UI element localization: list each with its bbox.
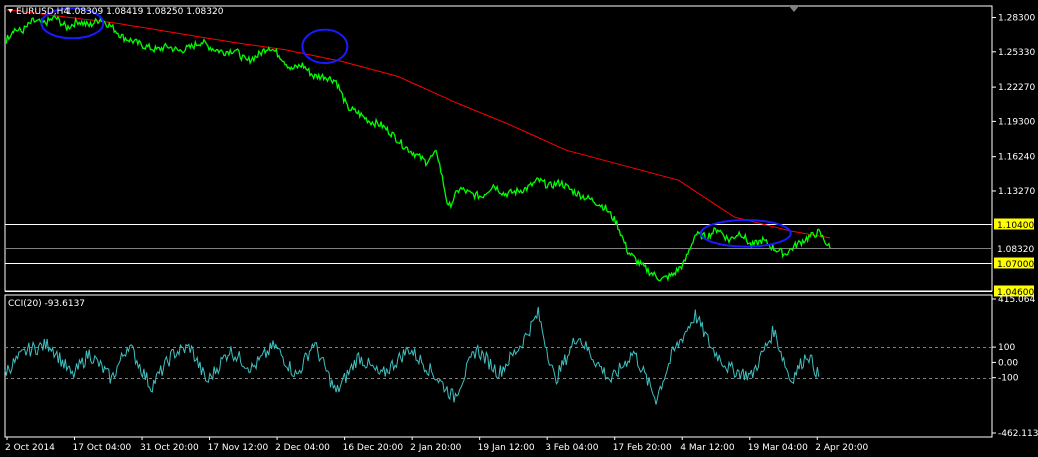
price-axis-label: 1.22270 — [998, 83, 1035, 93]
time-axis-label: 2 Apr 20:00 — [815, 443, 868, 453]
time-axis-label: 3 Feb 04:00 — [545, 443, 599, 453]
cci-axis-label: -462.1133 — [998, 429, 1038, 439]
price-axis-label: 1.28300 — [998, 14, 1035, 24]
time-axis-label: 2 Dec 04:00 — [275, 443, 330, 453]
price-level-label: 1.07000 — [997, 260, 1034, 270]
ohlc-values: 1.08309 1.08419 1.08250 1.08320 — [66, 7, 224, 17]
time-axis-label: 31 Oct 20:00 — [140, 443, 199, 453]
price-level-label: 1.10400 — [997, 221, 1034, 231]
time-axis-label: 19 Mar 04:00 — [748, 443, 808, 453]
price-axis-label: 1.13270 — [998, 187, 1035, 197]
price-level-label: 1.08320 — [997, 245, 1034, 255]
time-axis-label: 2 Oct 2014 — [5, 443, 55, 453]
time-axis-label: 19 Jan 12:00 — [478, 443, 535, 453]
time-axis-label: 2 Jan 20:00 — [410, 443, 462, 453]
time-axis-label: 16 Dec 20:00 — [343, 443, 404, 453]
time-axis-label: 17 Feb 20:00 — [613, 443, 672, 453]
trading-chart[interactable]: 1.104001.083201.070001.046001.283001.253… — [0, 0, 1038, 457]
time-axis-label: 17 Nov 12:00 — [208, 443, 269, 453]
cci-axis-label: -100 — [998, 374, 1019, 384]
time-axis-label: 17 Oct 04:00 — [73, 443, 132, 453]
price-axis-label: 1.16240 — [998, 153, 1035, 163]
chart-background — [0, 0, 1038, 457]
cci-axis-label: 415.064 — [998, 295, 1035, 305]
price-axis-label: 1.19300 — [998, 117, 1035, 127]
price-axis-label: 1.25330 — [998, 48, 1035, 58]
symbol-label: EURUSD,H4 — [16, 7, 69, 17]
cci-axis-label: 0.00 — [998, 358, 1018, 368]
cci-axis-label: 100 — [998, 343, 1015, 353]
time-axis-label: 4 Mar 12:00 — [680, 443, 735, 453]
cci-label: CCI(20) -93.6137 — [8, 299, 85, 309]
